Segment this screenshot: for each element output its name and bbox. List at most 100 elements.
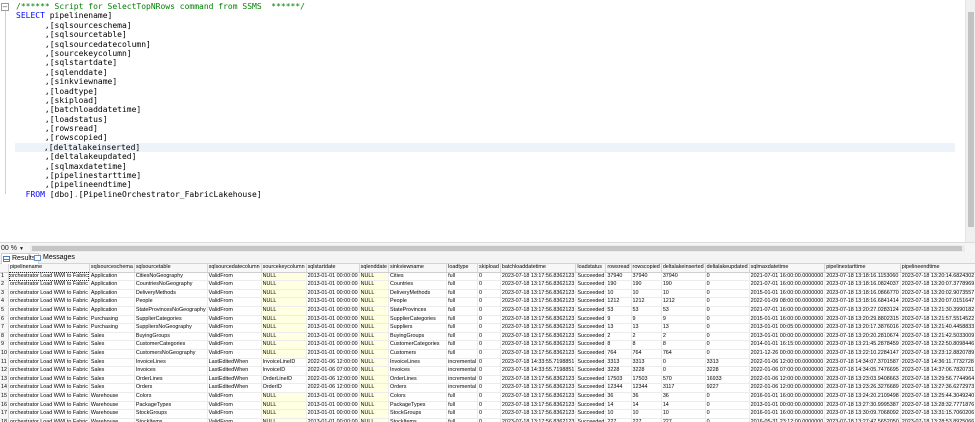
table-cell[interactable]: 2013-01-01 00:00:00.0000000	[749, 401, 826, 411]
table-cell[interactable]: NULL	[261, 409, 307, 419]
table-cell[interactable]: 2023-07-18 13:17:56.8362123	[500, 349, 577, 359]
table-cell[interactable]: ValidFrom	[207, 418, 262, 422]
table-cell[interactable]: 2023-07-18 13:21:45.2878459	[824, 340, 901, 350]
row-number[interactable]: 4	[0, 297, 9, 307]
table-cell[interactable]: Sales	[89, 375, 135, 385]
table-cell[interactable]: orchestrator Load WWI to Fabric	[8, 315, 90, 325]
table-row[interactable]: 14 orchestrator Load WWI to Fabric Sales Or…	[0, 383, 975, 393]
table-cell[interactable]: NULL	[261, 289, 307, 299]
code-line[interactable]: ,[pipelinestarttime]	[16, 171, 955, 180]
table-cell[interactable]: NULL	[359, 366, 390, 376]
table-cell[interactable]: full	[446, 323, 479, 333]
table-cell[interactable]: 36	[661, 392, 706, 402]
table-cell[interactable]: 2023-07-18 13:27:36.6272973	[900, 383, 975, 393]
table-cell[interactable]: orchestrator Load WWI to Fabric	[8, 297, 90, 307]
table-cell[interactable]: 3313	[631, 358, 662, 368]
table-cell[interactable]: NULL	[359, 401, 390, 411]
table-cell[interactable]: 10	[605, 409, 632, 419]
table-cell[interactable]: 1212	[661, 297, 706, 307]
table-cell[interactable]: 1212	[605, 297, 632, 307]
table-cell[interactable]: 2023-07-18 13:17:56.8362123	[500, 280, 577, 290]
table-cell[interactable]: ValidFrom	[207, 289, 262, 299]
table-cell[interactable]: StockGroups	[134, 409, 208, 419]
table-cell[interactable]: 2013-01-01 00:00:00	[306, 409, 360, 419]
table-cell[interactable]: OrderLines	[388, 375, 448, 385]
table-cell[interactable]: Succeeded	[575, 297, 607, 307]
table-cell[interactable]: 2023-07-18 13:21:42.5033009	[900, 332, 975, 342]
table-cell[interactable]: OrderLines	[134, 375, 208, 385]
table-cell[interactable]: 2	[661, 332, 706, 342]
table-cell[interactable]: NULL	[261, 272, 307, 282]
table-cell[interactable]: 10	[661, 409, 706, 419]
table-cell[interactable]: full	[446, 409, 479, 419]
code-line[interactable]: ,[rowsread]	[16, 124, 955, 133]
table-cell[interactable]: ValidFrom	[207, 349, 262, 359]
code-line[interactable]: ,[sqlenddate]	[16, 68, 955, 77]
table-cell[interactable]: incremental	[446, 375, 479, 385]
table-cell[interactable]: 2023-07-18 13:17:56.8362123	[500, 306, 577, 316]
table-cell[interactable]: InvoiceLines	[134, 358, 208, 368]
code-line[interactable]: ,[skipload]	[16, 96, 955, 105]
table-cell[interactable]: 2022-01-06 12:00:00.0000000	[749, 358, 826, 368]
table-cell[interactable]: 2023-07-18 13:20:14.6824302	[900, 272, 975, 282]
table-cell[interactable]: 2023-07-18 14:36:11.7732728	[900, 358, 975, 368]
query-editor[interactable]: − /****** Script for SelectTopNRows comm…	[0, 0, 975, 242]
table-cell[interactable]: BuyingGroups	[388, 332, 448, 342]
code-line[interactable]: ,[rowscopied]	[16, 133, 955, 142]
table-cell[interactable]: 2023-07-18 13:17:56.8362123	[500, 332, 577, 342]
table-cell[interactable]: OrderLineID	[261, 375, 307, 385]
table-cell[interactable]: 13	[631, 323, 662, 333]
table-cell[interactable]: orchestrator Load WWI to Fabric	[8, 375, 90, 385]
table-cell[interactable]: 2023-07-18 13:20:27.0283124	[824, 306, 901, 316]
table-cell[interactable]: 2021-07-01 16:00:00.0000000	[749, 306, 826, 316]
table-row[interactable]: 13 orchestrator Load WWI to Fabric Sales Or…	[0, 375, 975, 385]
table-cell[interactable]: 2015-01-01 16:00:00.0000000	[749, 289, 826, 299]
table-cell[interactable]: 2021-07-01 16:00:00.0000000	[749, 272, 826, 282]
table-cell[interactable]: full	[446, 392, 479, 402]
table-cell[interactable]: LastEditedWhen	[207, 358, 262, 368]
table-cell[interactable]: orchestrator Load WWI to Fabric	[8, 409, 90, 419]
table-cell[interactable]: BuyingGroups	[134, 332, 208, 342]
table-cell[interactable]: 3228	[605, 366, 632, 376]
table-cell[interactable]: 12344	[605, 383, 632, 393]
table-cell[interactable]: 13	[605, 323, 632, 333]
table-cell[interactable]: SupplierCategories	[134, 315, 208, 325]
table-cell[interactable]: NULL	[359, 272, 390, 282]
table-cell[interactable]: incremental	[446, 366, 479, 376]
table-cell[interactable]: NULL	[359, 409, 390, 419]
table-row[interactable]: 11 orchestrator Load WWI to Fabric Sales In…	[0, 358, 975, 368]
table-cell[interactable]: full	[446, 280, 479, 290]
table-cell[interactable]: orchestrator Load WWI to Fabric	[8, 358, 90, 368]
table-cell[interactable]: DeliveryMethods	[388, 289, 448, 299]
table-cell[interactable]: NULL	[261, 340, 307, 350]
table-cell[interactable]: Sales	[89, 332, 135, 342]
row-number[interactable]: 9	[0, 340, 9, 350]
table-cell[interactable]: 1212	[631, 297, 662, 307]
table-cell[interactable]: 2023-07-18 13:17:56.8362123	[500, 340, 577, 350]
table-cell[interactable]: 2013-01-01 00:00:00	[306, 401, 360, 411]
table-cell[interactable]: Application	[89, 272, 135, 282]
table-cell[interactable]: 16933	[705, 375, 750, 385]
table-row[interactable]: 8 orchestrator Load WWI to Fabric Sales Buy…	[0, 332, 975, 342]
row-number[interactable]: 14	[0, 383, 9, 393]
table-cell[interactable]: 2023-07-18 13:22:10.2284147	[824, 349, 901, 359]
table-cell[interactable]: NULL	[261, 323, 307, 333]
table-cell[interactable]: SupplierCategories	[388, 315, 448, 325]
table-cell[interactable]: 17503	[605, 375, 632, 385]
table-cell[interactable]: 0	[477, 297, 501, 307]
table-cell[interactable]: 0	[477, 366, 501, 376]
table-cell[interactable]: 0	[705, 272, 750, 282]
table-cell[interactable]: StateProvincesNoGeography	[134, 306, 208, 316]
table-cell[interactable]: 17503	[631, 375, 662, 385]
column-header[interactable]: pipelinename	[8, 264, 90, 273]
table-cell[interactable]: Sales	[89, 383, 135, 393]
table-cell[interactable]: 53	[631, 306, 662, 316]
table-cell[interactable]: ValidFrom	[207, 332, 262, 342]
table-cell[interactable]: 3117	[661, 383, 706, 393]
table-cell[interactable]: Succeeded	[575, 401, 607, 411]
table-cell[interactable]: 2023-07-18 13:23:03.9408663	[824, 375, 901, 385]
table-cell[interactable]: 0	[705, 349, 750, 359]
row-number[interactable]: 15	[0, 392, 9, 402]
table-cell[interactable]: 3228	[705, 366, 750, 376]
table-cell[interactable]: 227	[631, 418, 662, 422]
